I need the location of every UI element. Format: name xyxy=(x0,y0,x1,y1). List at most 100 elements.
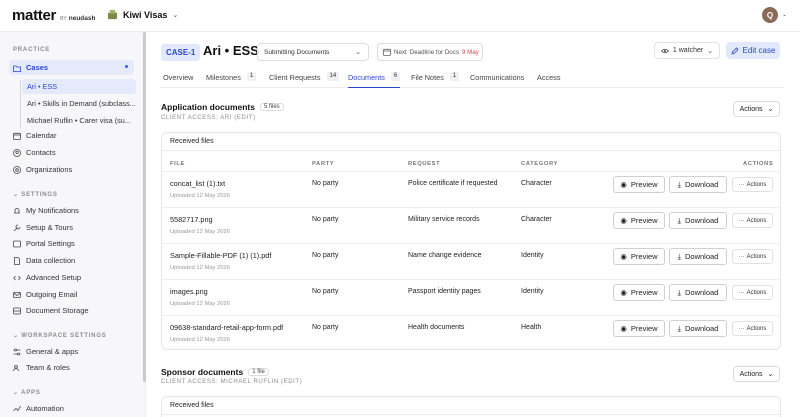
download-label: Download xyxy=(684,216,719,225)
org-switcher[interactable]: Kiwi Visas ⌄ xyxy=(107,9,178,20)
tab-documents[interactable]: Documents 6 xyxy=(348,72,401,88)
folder-icon xyxy=(13,65,21,72)
tab-label: Access xyxy=(537,73,561,82)
party-cell: No party xyxy=(312,324,339,331)
tab-client-requests[interactable]: Client Requests 14 xyxy=(269,72,340,88)
portal-icon xyxy=(13,240,21,247)
preview-button[interactable]: ◉ Preview xyxy=(613,176,665,193)
tab-count: 1 xyxy=(449,72,460,81)
tab-count: 1 xyxy=(246,72,257,81)
sidebar-item-portal-settings[interactable]: Portal Settings xyxy=(9,236,134,251)
preview-button[interactable]: ◉ Preview xyxy=(613,248,665,265)
tab-overview[interactable]: Overview xyxy=(163,73,193,88)
sponsor-documents-title: Sponsor documents 1 file xyxy=(161,367,269,377)
preview-button[interactable]: ◉ Preview xyxy=(613,212,665,229)
section-label-text: APPS xyxy=(21,390,41,396)
download-button[interactable]: ⤓ Download xyxy=(669,320,727,337)
tab-file-notes[interactable]: File Notes 1 xyxy=(411,72,460,88)
section-label-settings: ⌄ SETTINGS xyxy=(13,191,58,198)
download-button[interactable]: ⤓ Download xyxy=(669,284,727,301)
file-name[interactable]: concat_list (1).txt xyxy=(170,179,225,188)
sidebar-item-outgoing-email[interactable]: Outgoing Email xyxy=(9,287,134,302)
sidebar-item-setup-tours[interactable]: Setup & Tours xyxy=(9,220,134,235)
edit-case-button[interactable]: Edit case xyxy=(726,42,780,59)
preview-button[interactable]: ◉ Preview xyxy=(613,284,665,301)
chevron-down-icon[interactable]: ⌄ xyxy=(782,11,787,18)
sidebar-item-label: Document Storage xyxy=(26,306,89,315)
status-select[interactable]: Submitting Documents ⌄ xyxy=(257,43,369,61)
chevron-down-icon: ⌄ xyxy=(707,47,714,55)
sidebar-item-organizations[interactable]: Organizations xyxy=(9,162,134,177)
sidebar-item-automation[interactable]: Automation xyxy=(9,401,134,416)
sidebar-item-notifications[interactable]: My Notifications xyxy=(9,203,134,218)
mail-icon xyxy=(13,291,21,298)
row-actions-button[interactable]: ··· Actions xyxy=(732,249,773,264)
deadline-badge[interactable]: Next Deadline for Docs 9 May xyxy=(377,43,483,61)
eye-icon: ◉ xyxy=(620,216,627,225)
sidebar-case-item[interactable]: Ari • ESS xyxy=(22,79,136,94)
collapse-icon[interactable]: ⌄ xyxy=(13,390,21,396)
actions-label: Actions xyxy=(739,370,763,378)
row-actions-button[interactable]: ··· Actions xyxy=(732,177,773,192)
file-name[interactable]: images.png xyxy=(170,287,208,296)
sidebar-item-contacts[interactable]: Contacts xyxy=(9,145,134,160)
actions-dropdown[interactable]: Actions ⌄ xyxy=(733,366,780,382)
sidebar-item-calendar[interactable]: Calendar xyxy=(9,128,134,143)
column-header-party: PARTY xyxy=(312,161,335,167)
file-name[interactable]: Sample-Fillable-PDF (1) (1).pdf xyxy=(170,251,271,260)
row-actions-button[interactable]: ··· Actions xyxy=(732,213,773,228)
row-actions-label: Actions xyxy=(746,217,767,224)
deadline-date: 9 May xyxy=(461,48,479,56)
download-button[interactable]: ⤓ Download xyxy=(669,212,727,229)
preview-button[interactable]: ◉ Preview xyxy=(613,320,665,337)
sidebar-case-item[interactable]: Ari • Skills in Demand (subclass... xyxy=(22,96,136,111)
sidebar-case-item[interactable]: Michael Ruflin • Carer visa (su... xyxy=(22,113,136,128)
column-header-actions: ACTIONS xyxy=(743,161,774,167)
sidebar-item-label: Data collection xyxy=(26,256,76,265)
actions-dropdown[interactable]: Actions ⌄ xyxy=(733,101,780,117)
sidebar-item-advanced-setup[interactable]: Advanced Setup xyxy=(9,270,134,285)
deadline-text: Deadline for Docs xyxy=(409,48,459,56)
watcher-button[interactable]: 1 watcher ⌄ xyxy=(654,42,720,59)
sidebar-item-label: Advanced Setup xyxy=(26,273,82,282)
sidebar-item-general-apps[interactable]: General & apps xyxy=(9,344,134,359)
file-name[interactable]: 5582717.png xyxy=(170,215,213,224)
avatar[interactable]: Q xyxy=(762,7,778,23)
tab-communications[interactable]: Communications xyxy=(470,73,524,88)
sidebar-item-cases[interactable]: Cases xyxy=(9,60,134,75)
eye-icon xyxy=(660,48,669,53)
download-icon: ⤓ xyxy=(677,251,681,261)
sidebar-item-label: General & apps xyxy=(26,347,79,356)
sidebar-item-team-roles[interactable]: Team & roles xyxy=(9,360,134,375)
eye-icon: ◉ xyxy=(620,324,627,333)
download-icon: ⤓ xyxy=(677,215,681,225)
automation-icon xyxy=(13,405,21,411)
section-label-text: SETTINGS xyxy=(21,192,58,198)
pencil-icon xyxy=(730,46,739,55)
sidebar-item-document-storage[interactable]: Document Storage xyxy=(9,303,134,318)
tab-access[interactable]: Access xyxy=(537,73,561,88)
download-icon: ⤓ xyxy=(677,287,681,297)
row-actions-button[interactable]: ··· Actions xyxy=(732,285,773,300)
file-name[interactable]: 09638-standard-retail-app-form.pdf xyxy=(170,323,283,332)
preview-label: Preview xyxy=(630,180,658,189)
chevron-down-icon: ⌄ xyxy=(355,49,361,56)
upload-date: Uploaded 12 May 2026 xyxy=(170,229,230,235)
application-documents-title: Application documents 5 files xyxy=(161,102,284,112)
column-header-file: FILE xyxy=(170,161,185,167)
watcher-label: 1 watcher xyxy=(672,47,704,54)
ellipsis-icon: ··· xyxy=(738,181,745,188)
section-title-text: Sponsor documents xyxy=(161,367,244,377)
category-cell: Character xyxy=(521,216,552,223)
app-logo[interactable]: matter BY neudash xyxy=(12,7,95,24)
sidebar-item-data-collection[interactable]: Data collection xyxy=(9,253,134,268)
upload-date: Uploaded 12 May 2026 xyxy=(170,337,230,343)
column-header-category: CATEGORY xyxy=(521,161,559,167)
download-button[interactable]: ⤓ Download xyxy=(669,176,727,193)
download-button[interactable]: ⤓ Download xyxy=(669,248,727,265)
category-cell: Identity xyxy=(521,288,544,295)
row-actions-button[interactable]: ··· Actions xyxy=(732,321,773,336)
file-count-badge: 1 file xyxy=(248,368,269,376)
tab-milestones[interactable]: Milestones 1 xyxy=(206,72,257,88)
bell-icon xyxy=(14,207,20,213)
